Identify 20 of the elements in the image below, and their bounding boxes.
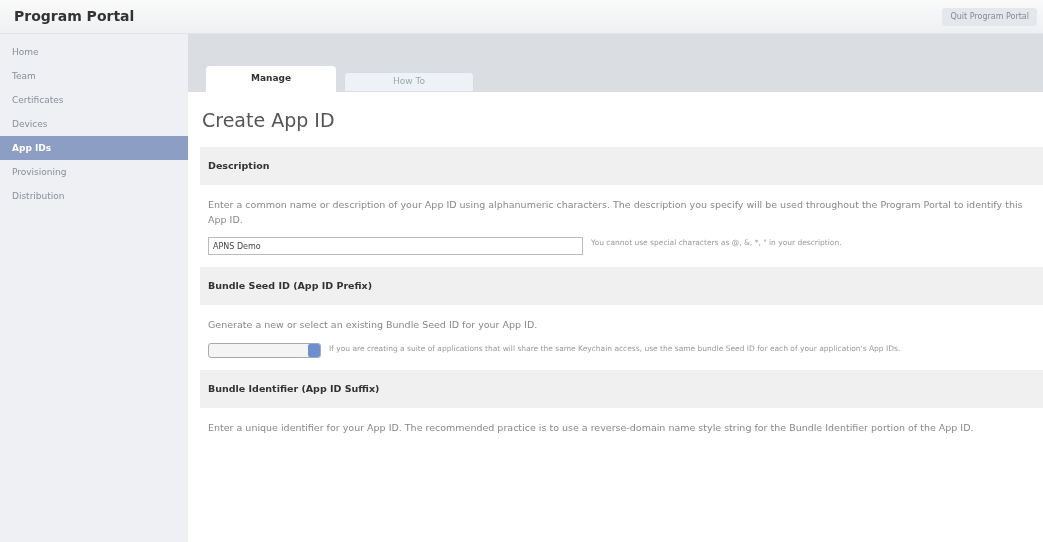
sidebar-item[interactable]: Devices [0,112,188,136]
sidebar-item[interactable]: Home [0,40,188,64]
sidebar-item[interactable]: Provisioning [0,160,188,184]
portal-title: Program Portal [13,7,136,26]
sidebar-item[interactable]: Team [0,64,188,88]
tab[interactable]: Manage [206,66,336,92]
tab[interactable]: How To [344,72,474,92]
sidebar-item[interactable]: Certificates [0,88,188,112]
section-heading: Bundle Seed ID (App ID Prefix) [200,267,1043,306]
dropdown[interactable] [208,342,321,358]
sidebar-item[interactable]: App IDs [0,136,188,160]
section-description: Generate a new or select an existing Bundle Seed ID for your App ID. [207,318,539,333]
input-field[interactable]: APNS Demo [208,237,583,256]
section-description: Enter a common name or description of your App ID using alphanumeric characters. The description you specify will be used throughout the Program Portal to identify this App ID. [207,197,1024,227]
sidebar-item[interactable]: Distribution [0,184,188,208]
page-title: Create App ID [201,108,336,133]
section-heading: Bundle Identifier (App ID Suffix) [200,369,1043,408]
section-description: Enter a unique identifier for your App ID. The recommended practice is to use a reverse-domain name style string for the Bundle Identifier portion of the App ID. [207,420,975,435]
quit-button[interactable]: Quit Program Portal [942,7,1037,26]
section-heading: Description [200,146,1043,185]
